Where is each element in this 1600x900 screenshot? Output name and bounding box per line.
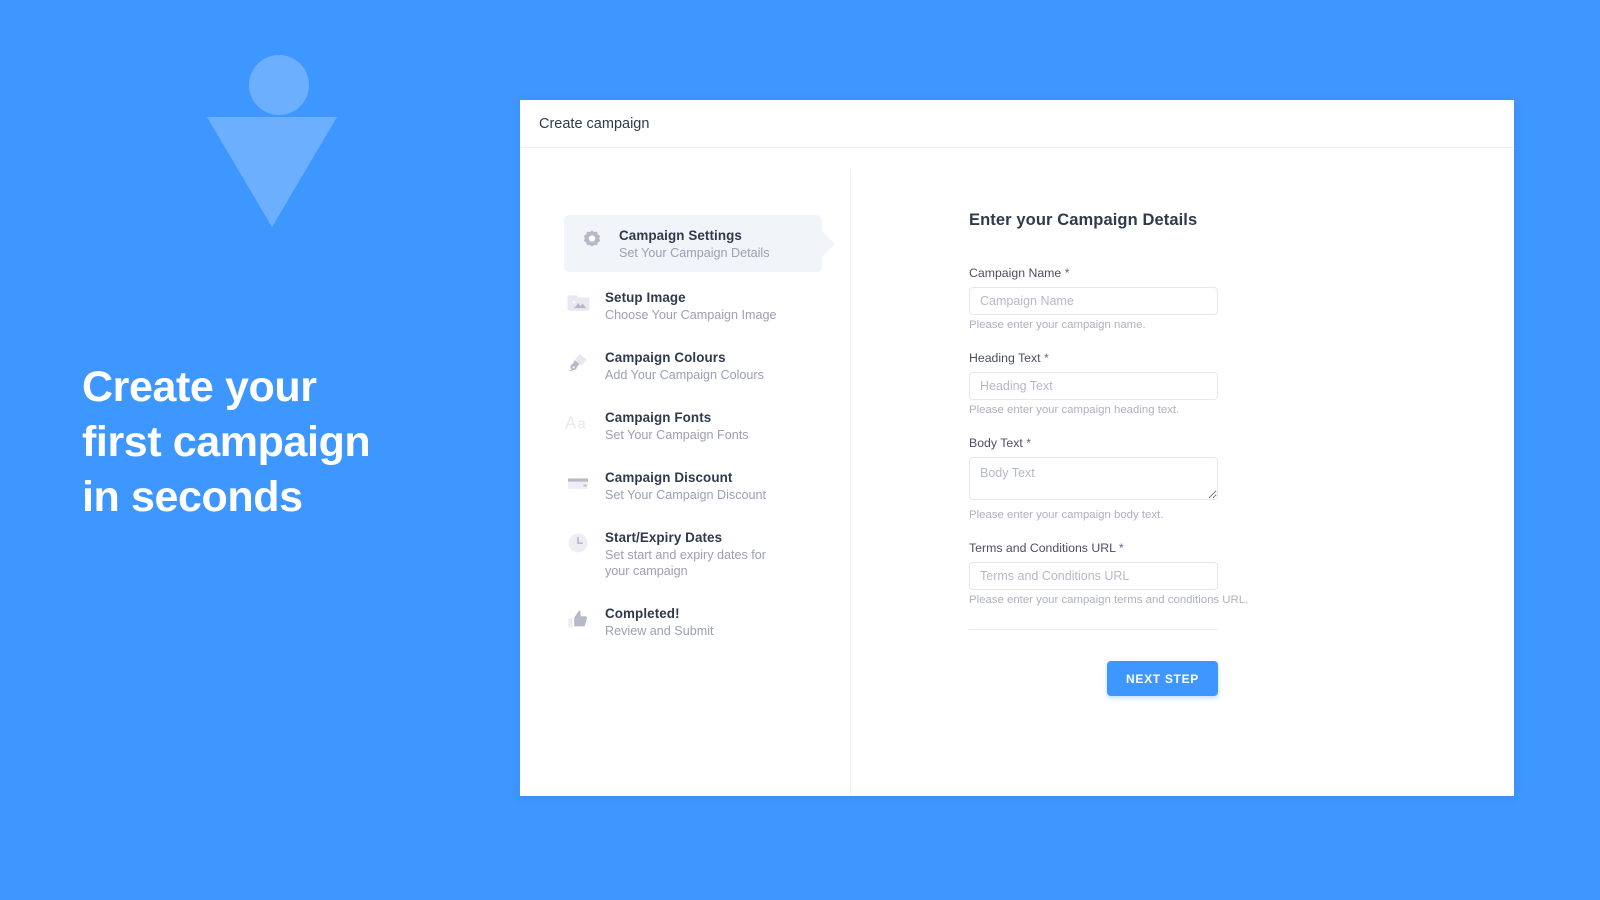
field-campaign-name: Campaign Name * Please enter your campaig…: [969, 266, 1218, 331]
stepper-item-title: Start/Expiry Dates: [605, 530, 723, 545]
stepper-item-text: Campaign Colours Add Your Campaign Colour…: [605, 348, 764, 383]
field-label-text: Campaign Name: [969, 266, 1062, 280]
field-label-heading-text: Heading Text *: [969, 351, 1218, 365]
card-body: Campaign Settings Set Your Campaign Detai…: [520, 148, 1514, 795]
stepper-item-completed[interactable]: Completed! Review and Submit: [520, 595, 850, 648]
triangle-down-shape-icon: [207, 117, 337, 227]
field-help-campaign-name: Please enter your campaign name.: [969, 319, 1146, 331]
stepper-item-text: Completed! Review and Submit: [605, 604, 714, 639]
required-marker: *: [1064, 266, 1070, 280]
form-divider: [969, 629, 1218, 630]
paintbrush-icon: [564, 349, 592, 377]
stepper-item-title: Campaign Fonts: [605, 410, 712, 425]
field-label-body-text: Body Text *: [969, 436, 1218, 450]
stepper-item-title: Campaign Settings: [619, 228, 742, 243]
svg-text:A: A: [565, 413, 577, 432]
stepper-item-title: Campaign Discount: [605, 470, 733, 485]
stepper-item-text: Campaign Fonts Set Your Campaign Fonts: [605, 408, 749, 443]
stepper-item-title: Campaign Colours: [605, 350, 726, 365]
brand-mark: [207, 55, 337, 227]
stepper-item-text: Start/Expiry Dates Set start and expiry d…: [605, 528, 787, 579]
stepper-item-subtitle: Set Your Campaign Details: [619, 246, 770, 260]
next-step-button[interactable]: NEXT STEP: [1107, 661, 1218, 696]
stepper-item-subtitle: Choose Your Campaign Image: [605, 308, 777, 322]
headline-line-2: first campaign: [82, 418, 371, 466]
stepper-item-title: Completed!: [605, 606, 680, 621]
field-label-terms-and-conditions-url: Terms and Conditions URL *: [969, 541, 1218, 555]
field-label-text: Terms and Conditions URL: [969, 541, 1116, 555]
stepper-item-campaign-settings[interactable]: Campaign Settings Set Your Campaign Detai…: [564, 215, 822, 272]
required-marker: *: [1043, 351, 1049, 365]
stepper-item-title: Setup Image: [605, 290, 686, 305]
promo-headline: Create your first campaign in seconds: [82, 360, 482, 525]
field-label-text: Body Text: [969, 436, 1023, 450]
input-body-text[interactable]: [969, 457, 1218, 500]
field-terms-and-conditions-url: Terms and Conditions URL * Please enter y…: [969, 541, 1249, 606]
stepper: Campaign Settings Set Your Campaign Detai…: [520, 169, 851, 795]
form-fields: Campaign Name * Please enter your campaig…: [969, 266, 1514, 606]
field-body-text: Body Text * Please enter your campaign bo…: [969, 436, 1218, 521]
stepper-item-text: Setup Image Choose Your Campaign Image: [605, 288, 777, 323]
campaign-details-form: Enter your Campaign Details Campaign Nam…: [851, 169, 1514, 795]
headline-line-3: in seconds: [82, 473, 303, 521]
stepper-item-subtitle: Add Your Campaign Colours: [605, 368, 764, 382]
input-heading-text[interactable]: [969, 372, 1218, 400]
field-help-body-text: Please enter your campaign body text.: [969, 509, 1164, 521]
stepper-item-start-expiry-dates[interactable]: Start/Expiry Dates Set start and expiry d…: [520, 519, 850, 588]
input-terms-and-conditions-url[interactable]: [969, 562, 1218, 590]
card-header: Create campaign: [520, 100, 1514, 148]
input-campaign-name[interactable]: [969, 287, 1218, 315]
stepper-item-subtitle: Set Your Campaign Fonts: [605, 428, 749, 442]
required-marker: *: [1026, 436, 1031, 450]
stepper-item-campaign-fonts[interactable]: Aa Campaign Fonts Set Your Campaign Fonts: [520, 399, 850, 452]
image-icon: [564, 289, 592, 317]
field-help-terms-and-conditions-url: Please enter your campaign terms and con…: [969, 594, 1249, 606]
clock-icon: [564, 529, 592, 557]
stepper-item-subtitle: Set Your Campaign Discount: [605, 488, 767, 502]
field-label-campaign-name: Campaign Name *: [969, 266, 1218, 280]
form-actions: NEXT STEP: [969, 661, 1218, 696]
circle-shape-icon: [249, 55, 309, 115]
field-heading-text: Heading Text * Please enter your campaign…: [969, 351, 1218, 416]
headline-line-1: Create your: [82, 363, 317, 411]
create-campaign-card: Create campaign Campaign Settings Set You…: [520, 100, 1514, 796]
required-marker: *: [1118, 541, 1124, 555]
stepper-item-setup-image[interactable]: Setup Image Choose Your Campaign Image: [520, 279, 850, 332]
stepper-item-subtitle: Review and Submit: [605, 624, 714, 638]
thumbs-up-icon: [564, 605, 592, 633]
form-heading: Enter your Campaign Details: [969, 211, 1198, 229]
stepper-item-subtitle: Set start and expiry dates for your camp…: [605, 548, 767, 578]
credit-card-icon: [564, 469, 592, 497]
field-label-text: Heading Text: [969, 351, 1041, 365]
stepper-item-text: Campaign Discount Set Your Campaign Disco…: [605, 468, 766, 503]
page-title: Create campaign: [539, 115, 650, 132]
stepper-item-text: Campaign Settings Set Your Campaign Detai…: [619, 226, 770, 261]
svg-text:a: a: [577, 416, 585, 432]
gear-icon: [578, 227, 606, 255]
stepper-item-campaign-colours[interactable]: Campaign Colours Add Your Campaign Colour…: [520, 339, 850, 392]
stepper-item-campaign-discount[interactable]: Campaign Discount Set Your Campaign Disco…: [520, 459, 850, 512]
field-help-heading-text: Please enter your campaign heading text.: [969, 404, 1180, 416]
font-icon: Aa: [564, 409, 592, 437]
